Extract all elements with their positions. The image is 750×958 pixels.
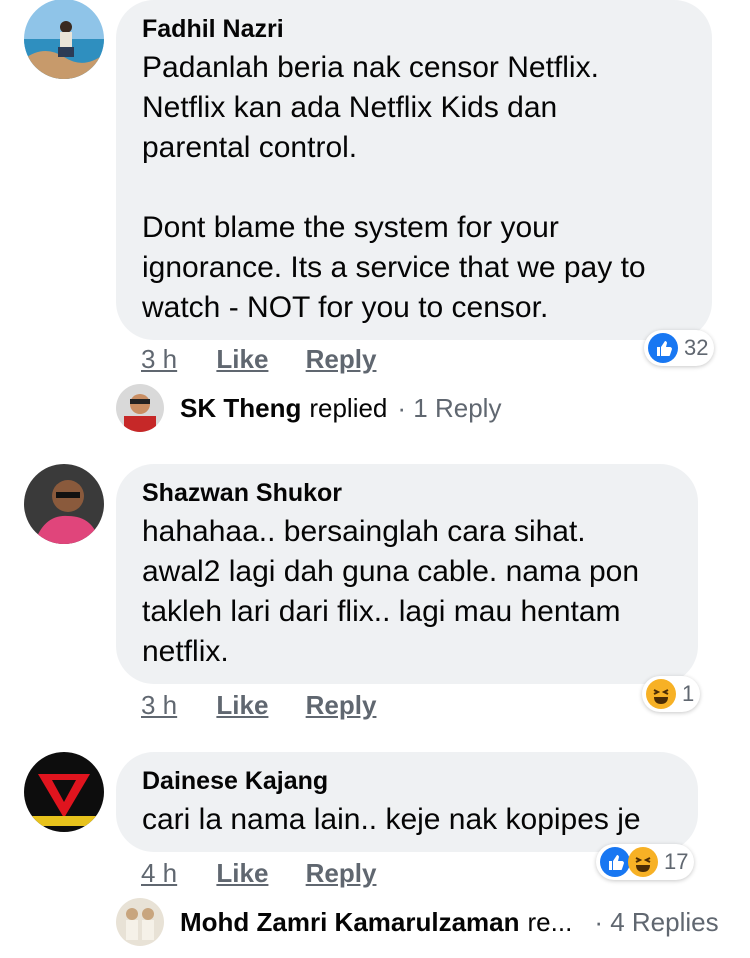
reply-count[interactable]: · 4 Replies (594, 907, 718, 938)
timestamp[interactable]: 3 h (141, 344, 177, 374)
reaction-summary[interactable]: 32 (644, 330, 715, 366)
reply-button[interactable]: Reply (306, 858, 377, 888)
comment-author[interactable]: Fadhil Nazri (142, 14, 686, 44)
comment-text: Padanlah beria nak censor Netflix. Netfl… (142, 51, 646, 324)
reply-preview[interactable]: SK Theng replied · 1 Reply (116, 384, 501, 432)
like-icon (600, 847, 630, 877)
reply-button[interactable]: Reply (306, 690, 377, 720)
reaction-summary[interactable]: 1 (642, 676, 701, 712)
timestamp[interactable]: 4 h (141, 858, 177, 888)
reaction-count: 17 (664, 849, 689, 874)
reaction-count: 32 (684, 335, 709, 360)
comment-author[interactable]: Dainese Kajang (142, 766, 672, 796)
comment-actions: 3 h Like Reply (141, 690, 406, 721)
reaction-summary[interactable]: 17 (596, 844, 695, 880)
reply-verb: re... (527, 906, 573, 937)
reply-author[interactable]: Mohd Zamri Kamarulzaman (180, 907, 520, 938)
comment-actions: 4 h Like Reply (141, 858, 406, 889)
avatar (116, 898, 164, 946)
like-button[interactable]: Like (216, 690, 268, 720)
avatar (116, 384, 164, 432)
avatar[interactable] (24, 464, 104, 544)
reply-count[interactable]: · 1 Reply (397, 393, 501, 424)
like-button[interactable]: Like (216, 858, 268, 888)
like-icon (648, 333, 678, 363)
comment-bubble: Shazwan Shukor hahahaa.. bersainglah car… (116, 464, 698, 684)
reply-preview[interactable]: Mohd Zamri Kamarulzaman re... · 4 Replie… (116, 898, 726, 946)
comment-text: hahahaa.. bersainglah cara sihat. awal2 … (142, 515, 640, 668)
reply-verb: replied (309, 392, 388, 423)
comment-bubble: Dainese Kajang cari la nama lain.. keje … (116, 752, 698, 852)
comment-text: cari la nama lain.. keje nak kopipes je (142, 803, 641, 836)
timestamp[interactable]: 3 h (141, 690, 177, 720)
like-button[interactable]: Like (216, 344, 268, 374)
reply-button[interactable]: Reply (306, 344, 377, 374)
haha-icon (628, 847, 658, 877)
comment-actions: 3 h Like Reply (141, 344, 406, 375)
avatar[interactable] (24, 0, 104, 79)
avatar[interactable] (24, 752, 104, 832)
reply-author[interactable]: SK Theng (180, 393, 301, 424)
comment-author[interactable]: Shazwan Shukor (142, 478, 672, 508)
haha-icon (646, 679, 676, 709)
reaction-count: 1 (682, 681, 695, 706)
comment-bubble: Fadhil Nazri Padanlah beria nak censor N… (116, 0, 712, 340)
